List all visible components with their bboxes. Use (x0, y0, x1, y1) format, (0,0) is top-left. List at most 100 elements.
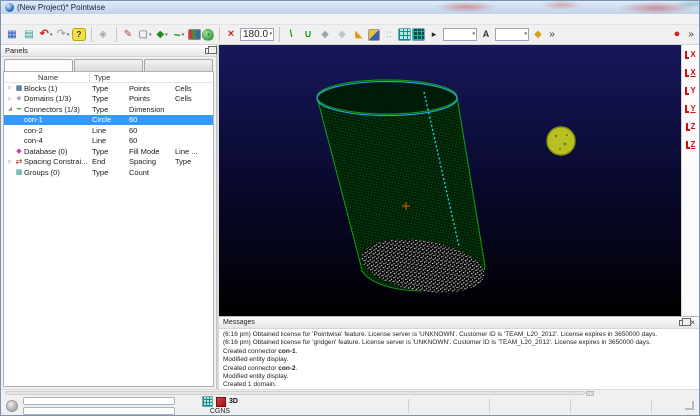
tree-row-domains[interactable]: ▷ Domains (1/3) Type Points Cells (4, 94, 213, 105)
toolbar-separator[interactable] (112, 27, 117, 42)
tree-row-con-4[interactable]: con-4 Line 60 (4, 136, 213, 147)
undo-button[interactable]: ↶ (38, 26, 54, 44)
toolbar-separator[interactable] (87, 27, 92, 42)
messages-log[interactable]: (6:16 pm) Obtained license for 'Pointwis… (219, 329, 699, 390)
entity-combo[interactable] (443, 28, 477, 41)
entity-tree: Name Type ▷ Blocks (1) Type Points Cells… (3, 71, 214, 387)
expand-arrow-icon[interactable]: ▷ (6, 85, 14, 91)
view-minus-x-button[interactable]: X (683, 65, 699, 80)
extrude-button[interactable]: ◣ (351, 26, 367, 44)
toolbar-glyph: ◆ (338, 30, 346, 40)
tab-defaults[interactable] (144, 59, 213, 71)
toolbar: ▦▤↶↷?◈✎▢◆~×180.0\∪◆◆◣::▸A◆»●» (1, 25, 699, 45)
tree-row-database[interactable]: Database (0) Type Fill Mode Line ... (4, 146, 213, 157)
tree-row-spacing[interactable]: ▷ Spacing Constrai... End Spacing Type (4, 157, 213, 168)
axis-arrow-icon (685, 105, 689, 113)
dimension-button[interactable]: A (478, 26, 494, 44)
tree-rows: ▷ Blocks (1) Type Points Cells ▷ Domains… (4, 83, 213, 178)
tree-item-label: con-4 (24, 136, 92, 145)
toolbar-glyph: ▦ (7, 30, 16, 40)
tree-item-type: Line (92, 136, 129, 145)
angle-combo[interactable]: 180.0 (240, 28, 274, 41)
view-minus-z-button[interactable]: Z (683, 137, 699, 152)
panel-tabs (1, 57, 216, 71)
redo-button[interactable]: ↷ (55, 26, 71, 44)
dimension-combo[interactable] (495, 28, 529, 41)
expand-arrow-icon[interactable]: ▷ (6, 159, 14, 165)
expand-arrow-icon[interactable]: ▷ (6, 96, 14, 102)
tree-item-label: con-1 (24, 115, 92, 124)
examine-button[interactable]: × (223, 26, 239, 44)
solid-display-button[interactable]: ◆ (154, 26, 170, 44)
palette-button[interactable] (188, 29, 201, 40)
view-plus-y-button[interactable]: Y (683, 83, 699, 98)
cube-display-button[interactable]: ▢ (137, 26, 153, 44)
mass-select-button[interactable]: ◈ (95, 26, 111, 44)
shader-button[interactable] (202, 29, 214, 41)
tree-header-type[interactable]: Type (90, 73, 213, 82)
tree-header-name[interactable]: Name (4, 73, 90, 82)
two-point-line-button[interactable]: \ (283, 26, 299, 44)
status-field-2[interactable] (23, 407, 175, 415)
tree-item-col2: 60 (129, 136, 175, 145)
grid-type-icon (202, 396, 213, 407)
toolbar-overflow-2[interactable]: » (686, 26, 696, 44)
toolbar-separator[interactable] (215, 27, 220, 42)
domain-button[interactable]: ◆ (530, 26, 546, 44)
unstructured-grid-button[interactable] (412, 28, 425, 41)
spline-button[interactable]: ~ (171, 26, 187, 44)
spacing-icon (14, 158, 24, 166)
save-button[interactable]: ▦ (4, 26, 20, 44)
tree-item-type: Type (92, 168, 129, 177)
view-plus-x-button[interactable]: X (683, 47, 699, 62)
tree-item-type: Type (92, 147, 129, 156)
structured-grid-button[interactable] (398, 28, 411, 41)
open-button[interactable]: ▤ (21, 26, 37, 44)
tree-row-con-1[interactable]: con-1 Circle 60 (4, 115, 213, 126)
tree-row-groups[interactable]: Groups (0) Type Count (4, 167, 213, 178)
toolbar-glyph: ● (674, 29, 681, 40)
main-area: Panels Name Type ▷ Blocks (1) Type (1, 45, 699, 389)
arc-button[interactable]: ∪ (300, 26, 316, 44)
tree-row-con-2[interactable]: con-2 Line 60 (4, 125, 213, 136)
tree-item-col2: Points (129, 94, 175, 103)
paintbrush-button[interactable]: ✎ (120, 26, 136, 44)
status-field-1[interactable] (23, 397, 175, 405)
diamond-tool-button-2[interactable]: ◆ (334, 26, 350, 44)
tree-header[interactable]: Name Type (4, 72, 213, 83)
float-messages-icon[interactable] (679, 320, 686, 326)
diamond-tool-button[interactable]: ◆ (317, 26, 333, 44)
assemble-button[interactable] (368, 29, 380, 41)
tree-item-type: Type (92, 105, 129, 114)
tab-layers[interactable] (74, 59, 143, 71)
view-minus-y-button[interactable]: Y (683, 101, 699, 116)
panels-header: Panels (1, 45, 216, 57)
view-plus-z-button[interactable]: Z (683, 119, 699, 134)
tree-row-connectors[interactable]: ◢ Connectors (1/3) Type Dimension (4, 104, 213, 115)
tree-row-blocks[interactable]: ▷ Blocks (1) Type Points Cells (4, 83, 213, 94)
cae-button[interactable]: ● (669, 26, 685, 44)
toolbar-glyph: \ (290, 30, 293, 40)
resize-grip[interactable] (685, 401, 694, 410)
expand-arrow-icon[interactable]: ◢ (6, 106, 14, 112)
grip-button[interactable]: :: (381, 26, 397, 44)
tree-item-col2: Spacing (129, 157, 175, 166)
float-panel-icon[interactable] (205, 48, 212, 54)
3d-view-canvas[interactable] (219, 45, 681, 316)
tree-item-col3: Cells (175, 94, 213, 103)
tree-item-col3: Line ... (175, 147, 213, 156)
connector-tool-button[interactable]: ▸ (426, 26, 442, 44)
tree-item-type: End (92, 157, 129, 166)
tab-list[interactable] (4, 59, 73, 71)
tree-item-col3: Cells (175, 84, 213, 93)
help-button[interactable]: ? (72, 28, 86, 41)
toolbar-overflow[interactable]: » (547, 26, 557, 44)
toolbar-separator[interactable] (275, 27, 280, 42)
axis-letter: X (690, 69, 695, 77)
scrollbar-track[interactable] (5, 391, 585, 395)
scrollbar-button[interactable] (586, 391, 594, 396)
trackball-mode-icon[interactable] (6, 400, 18, 412)
tree-item-col2: Dimension (129, 105, 175, 114)
toolbar-glyph: ✎ (124, 30, 132, 40)
axis-arrow-icon (685, 87, 689, 95)
